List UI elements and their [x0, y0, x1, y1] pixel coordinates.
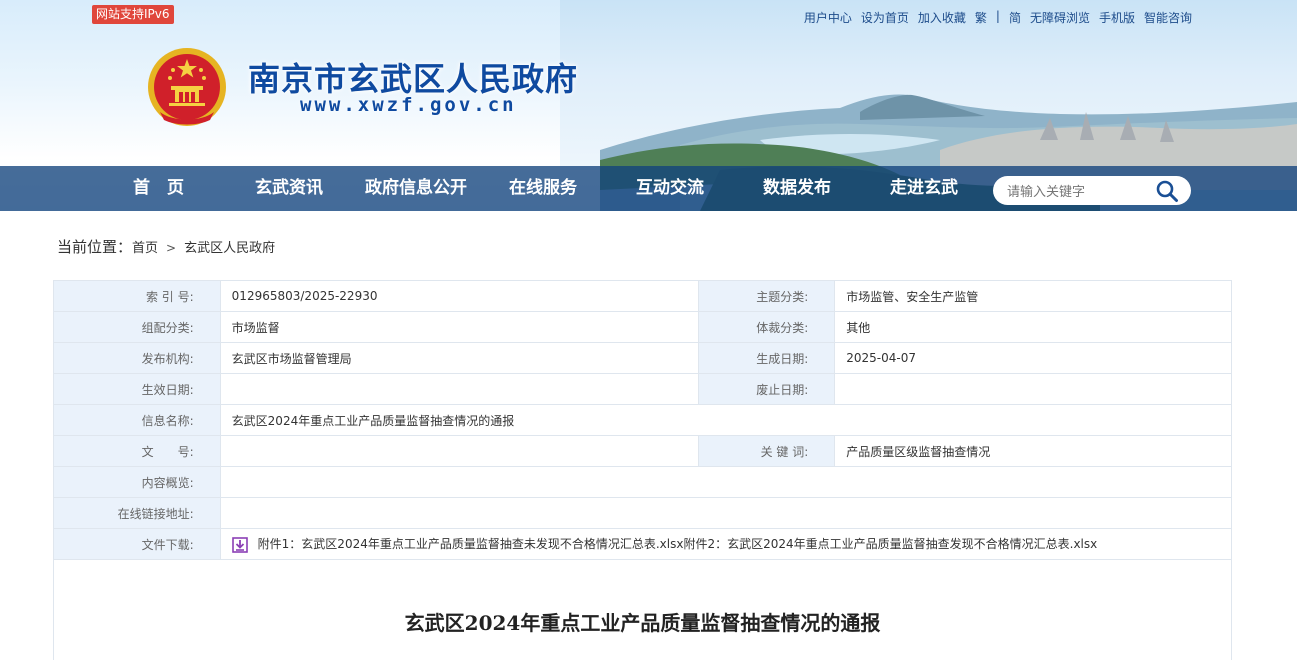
nav-home[interactable]: 首 页: [133, 166, 184, 211]
genre-category-label: 体裁分类:: [698, 311, 836, 343]
nav-gov-info[interactable]: 政府信息公开: [365, 166, 467, 211]
set-homepage-link[interactable]: 设为首页: [861, 9, 909, 26]
search-icon[interactable]: [1155, 179, 1179, 203]
index-number-value: 012965803/2025-22930: [219, 280, 700, 312]
table-row: 发布机构: 玄武区市场监督管理局 生成日期: 2025-04-07: [53, 342, 1232, 374]
org-category-value: 市场监督: [219, 311, 700, 343]
table-row: 在线链接地址:: [53, 497, 1233, 529]
document-meta-table: 索 引 号: 012965803/2025-22930 主题分类: 市场监管、安…: [53, 280, 1233, 560]
nav-about-xuanwu[interactable]: 走进玄武: [890, 166, 958, 211]
nav-online-services[interactable]: 在线服务: [509, 166, 577, 211]
info-name-label: 信息名称:: [53, 404, 221, 436]
mobile-version-link[interactable]: 手机版: [1099, 9, 1135, 26]
doc-number-value: [219, 435, 700, 467]
accessibility-link[interactable]: 无障碍浏览: [1030, 9, 1090, 26]
breadcrumb-home-link[interactable]: 首页: [132, 241, 158, 256]
online-link-value: [219, 497, 1233, 529]
search-input[interactable]: [1005, 181, 1149, 202]
site-header: 网站支持IPv6 用户中心 设为首页 加入收藏 繁 | 简 无障碍浏览 手机版 …: [0, 0, 1297, 211]
table-row: 文件下载: 附件1：玄武区2024年重点工业产品质量监督抽查未发现不合格情况汇总…: [53, 528, 1233, 560]
download-icon[interactable]: [231, 536, 248, 553]
add-favorite-link[interactable]: 加入收藏: [918, 9, 966, 26]
genre-category-value: 其他: [834, 311, 1232, 343]
topic-category-value: 市场监管、安全生产监管: [834, 280, 1232, 312]
breadcrumb-current[interactable]: 玄武区人民政府: [184, 241, 275, 256]
expire-date-value: [834, 373, 1232, 405]
index-number-label: 索 引 号:: [53, 280, 221, 312]
top-links: 用户中心 设为首页 加入收藏 繁 | 简 无障碍浏览 手机版 智能咨询: [804, 9, 1192, 26]
article-title: 玄武区2024年重点工业产品质量监督抽查情况的通报: [404, 611, 881, 635]
summary-label: 内容概览:: [53, 466, 221, 498]
table-row: 组配分类: 市场监督 体裁分类: 其他: [53, 311, 1232, 343]
keywords-label: 关 键 词:: [698, 435, 836, 467]
file-download-label: 文件下载:: [53, 528, 221, 560]
effective-date-value: [219, 373, 700, 405]
smart-consult-link[interactable]: 智能咨询: [1144, 9, 1192, 26]
org-category-label: 组配分类:: [53, 311, 221, 343]
created-date-label: 生成日期:: [698, 342, 836, 374]
topic-category-label: 主题分类:: [698, 280, 836, 312]
chevron-right-icon: >: [166, 241, 177, 255]
breadcrumb: 当前位置：首页 > 玄武区人民政府: [57, 236, 275, 257]
search-box: [993, 176, 1191, 205]
ipv6-badge: 网站支持IPv6: [92, 5, 174, 24]
table-row: 生效日期: 废止日期:: [53, 373, 1232, 405]
file-download-cell: 附件1：玄武区2024年重点工业产品质量监督抽查未发现不合格情况汇总表.xlsx…: [219, 528, 1233, 560]
info-name-value: 玄武区2024年重点工业产品质量监督抽查情况的通报: [219, 404, 1233, 436]
effective-date-label: 生效日期:: [53, 373, 221, 405]
keywords-value: 产品质量区级监督抽查情况: [834, 435, 1232, 467]
attachment-links[interactable]: 附件1：玄武区2024年重点工业产品质量监督抽查未发现不合格情况汇总表.xlsx…: [258, 537, 1098, 551]
online-link-label: 在线链接地址:: [53, 497, 221, 529]
table-row: 内容概览:: [53, 466, 1233, 498]
lang-divider: |: [995, 9, 1000, 23]
simplified-chinese-link[interactable]: 简: [1009, 9, 1021, 26]
doc-number-label: 文 号:: [53, 435, 221, 467]
summary-value: [219, 466, 1233, 498]
traditional-chinese-link[interactable]: 繁: [975, 9, 987, 26]
nav-news[interactable]: 玄武资讯: [255, 166, 323, 211]
publisher-value: 玄武区市场监督管理局: [219, 342, 700, 374]
site-url: www.xwzf.gov.cn: [300, 94, 517, 116]
user-center-link[interactable]: 用户中心: [804, 9, 852, 26]
expire-date-label: 废止日期:: [698, 373, 836, 405]
nav-interaction[interactable]: 互动交流: [636, 166, 704, 211]
article-body: 玄武区2024年重点工业产品质量监督抽查情况的通报: [53, 560, 1232, 660]
national-emblem-logo: [148, 48, 226, 126]
publisher-label: 发布机构:: [53, 342, 221, 374]
created-date-value: 2025-04-07: [834, 342, 1232, 374]
nav-data-release[interactable]: 数据发布: [763, 166, 831, 211]
table-row: 文 号: 关 键 词: 产品质量区级监督抽查情况: [53, 435, 1232, 467]
breadcrumb-label: 当前位置：: [57, 238, 133, 256]
table-row: 索 引 号: 012965803/2025-22930 主题分类: 市场监管、安…: [53, 280, 1232, 312]
table-row: 信息名称: 玄武区2024年重点工业产品质量监督抽查情况的通报: [53, 404, 1233, 436]
